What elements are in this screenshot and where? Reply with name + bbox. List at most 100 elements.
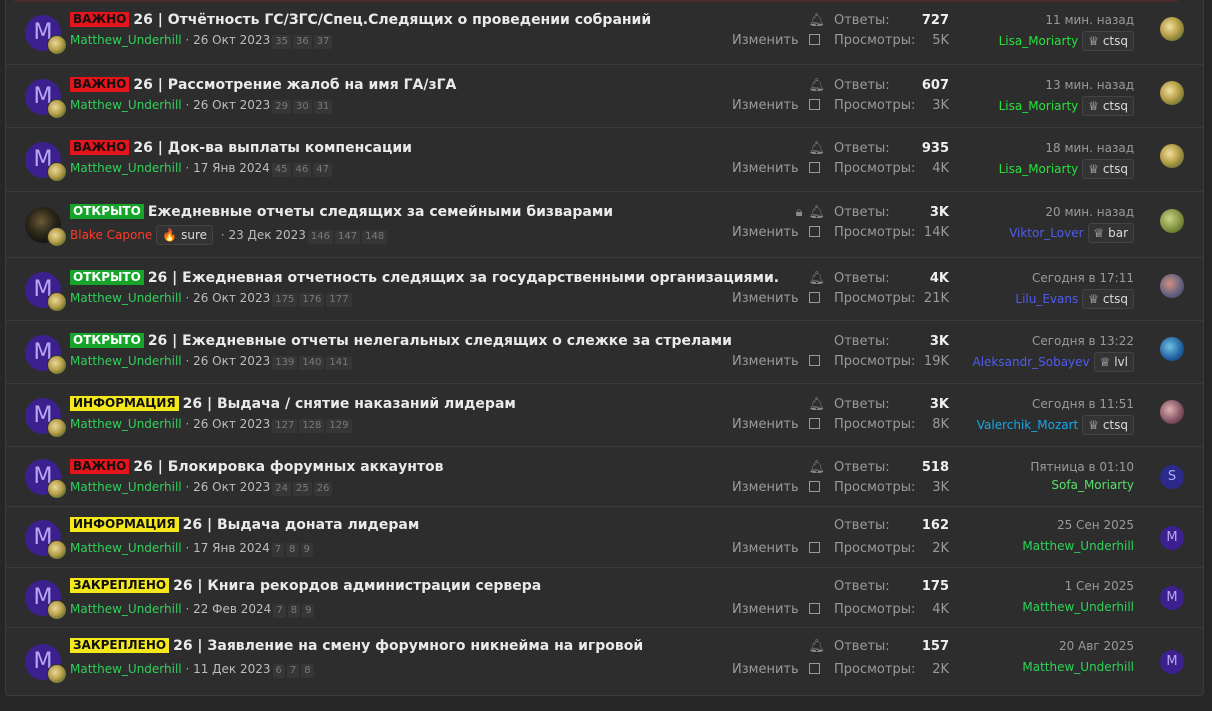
page-link[interactable]: 45 [271, 163, 291, 177]
page-link[interactable]: 147 [335, 230, 361, 244]
thread-row[interactable]: ОТКРЫТО Ежедневные отчеты следящих за сем… [5, 192, 1204, 258]
thread-author[interactable]: Matthew_Underhill [70, 662, 182, 676]
thread-author[interactable]: Matthew_Underhill [70, 354, 182, 368]
thread-prefix[interactable]: ВАЖНО [70, 140, 130, 155]
page-link[interactable]: 141 [326, 356, 352, 370]
last-poster-name[interactable]: Viktor_Lover [1009, 226, 1083, 240]
last-poster-avatar[interactable] [1160, 337, 1184, 361]
thread-prefix[interactable]: ОТКРЫТО [70, 204, 144, 219]
page-link[interactable]: 24 [272, 482, 291, 496]
change-label[interactable]: Изменить [732, 541, 799, 556]
page-link[interactable]: 25 [292, 482, 312, 496]
bell-icon[interactable]: 🔔︎ [808, 13, 825, 28]
page-link[interactable]: 9 [300, 543, 313, 557]
last-poster-avatar[interactable]: S [1160, 465, 1184, 489]
page-link[interactable]: 36 [292, 35, 312, 49]
last-poster-name[interactable]: Lilu_Evans [1015, 292, 1078, 306]
last-post-time[interactable]: 18 мин. назад [1045, 141, 1134, 155]
thread-row[interactable]: M ОТКРЫТО 26 | Ежедневная отчетность след… [5, 258, 1204, 321]
thread-row[interactable]: M ВАЖНО 26 | Рассмотрение жалоб на имя ГА… [5, 65, 1204, 128]
last-post-time[interactable]: Сегодня в 17:11 [1032, 271, 1134, 285]
page-link[interactable]: 7 [286, 664, 300, 678]
last-poster-avatar[interactable] [1160, 400, 1184, 424]
change-control[interactable]: Изменить [732, 602, 820, 617]
page-link[interactable]: 29 [272, 100, 291, 114]
change-label[interactable]: Изменить [732, 417, 799, 432]
thread-prefix[interactable]: ВАЖНО [70, 459, 130, 474]
thread-author[interactable]: Matthew_Underhill [70, 161, 182, 175]
select-checkbox[interactable] [808, 663, 820, 674]
last-poster-name[interactable]: Matthew_Underhill [1022, 600, 1134, 614]
select-checkbox[interactable] [808, 481, 820, 492]
thread-author[interactable]: Matthew_Underhill [70, 98, 182, 112]
last-poster-avatar[interactable]: M [1160, 526, 1184, 550]
last-poster-name[interactable]: Matthew_Underhill [1022, 660, 1134, 674]
change-label[interactable]: Изменить [732, 98, 799, 113]
change-control[interactable]: Изменить [732, 98, 820, 113]
bell-icon[interactable]: 🔔︎ [808, 78, 825, 93]
page-link[interactable]: 146 [307, 230, 334, 244]
thread-title[interactable]: 26 | Блокировка форумных аккаунтов [133, 459, 443, 475]
thread-author[interactable]: Matthew_Underhill [70, 291, 182, 305]
page-link[interactable]: 177 [326, 293, 352, 307]
thread-date[interactable]: 26 Окт 2023 [193, 33, 270, 47]
page-link[interactable]: 31 [313, 100, 333, 114]
bell-icon[interactable]: 🔔︎ [808, 639, 825, 654]
thread-date[interactable]: 26 Окт 2023 [193, 291, 270, 305]
thread-date[interactable]: 23 Дек 2023 [228, 228, 305, 242]
select-checkbox[interactable] [808, 355, 820, 366]
thread-row[interactable]: M ВАЖНО 26 | Отчётность ГС/ЗГС/Спец.Следя… [5, 0, 1204, 65]
select-checkbox[interactable] [808, 162, 820, 173]
page-link[interactable]: 127 [272, 419, 298, 433]
thread-title-line[interactable]: ВАЖНО 26 | Отчётность ГС/ЗГС/Спец.Следящи… [70, 12, 651, 28]
thread-title-line[interactable]: ОТКРЫТО 26 | Ежедневная отчетность следящ… [70, 270, 779, 286]
thread-date[interactable]: 26 Окт 2023 [193, 354, 270, 368]
last-poster-avatar[interactable] [1160, 274, 1184, 298]
change-control[interactable]: Изменить [732, 161, 820, 176]
thread-title-line[interactable]: ВАЖНО 26 | Рассмотрение жалоб на имя ГА/з… [70, 77, 456, 93]
page-link[interactable]: 6 [272, 664, 285, 678]
last-poster-name[interactable]: Sofa_Moriarty [1051, 478, 1134, 492]
change-control[interactable]: Изменить [732, 541, 820, 556]
thread-prefix[interactable]: ВАЖНО [70, 12, 130, 27]
page-link[interactable]: 30 [292, 100, 312, 114]
last-poster-avatar[interactable]: M [1160, 650, 1184, 674]
last-poster-avatar[interactable] [1160, 209, 1184, 233]
thread-row[interactable]: M ИНФОРМАЦИЯ 26 | Выдача доната лидерам M… [5, 507, 1204, 568]
change-label[interactable]: Изменить [732, 602, 799, 617]
thread-title-line[interactable]: ИНФОРМАЦИЯ 26 | Выдача / снятие наказаний… [70, 396, 516, 412]
thread-date[interactable]: 26 Окт 2023 [193, 417, 270, 431]
thread-author[interactable]: Matthew_Underhill [70, 33, 182, 47]
thread-title[interactable]: 26 | Отчётность ГС/ЗГС/Спец.Следящих о п… [133, 12, 651, 28]
change-label[interactable]: Изменить [732, 354, 799, 369]
change-label[interactable]: Изменить [732, 662, 799, 677]
page-link[interactable]: 129 [326, 419, 352, 433]
thread-date[interactable]: 22 Фев 2024 [193, 602, 271, 616]
last-poster-name[interactable]: Lisa_Moriarty [999, 162, 1079, 176]
thread-prefix[interactable]: ЗАКРЕПЛЕНО [70, 578, 170, 593]
page-link[interactable]: 37 [313, 35, 333, 49]
thread-title-line[interactable]: ЗАКРЕПЛЕНО 26 | Книга рекордов администра… [70, 578, 541, 594]
page-link[interactable]: 175 [272, 293, 298, 307]
select-checkbox[interactable] [808, 34, 820, 45]
change-label[interactable]: Изменить [732, 161, 799, 176]
change-control[interactable]: Изменить [732, 417, 820, 432]
last-poster-avatar[interactable] [1160, 81, 1184, 105]
thread-author[interactable]: Matthew_Underhill [70, 541, 182, 555]
change-label[interactable]: Изменить [732, 225, 799, 240]
last-poster-name[interactable]: Lisa_Moriarty [999, 34, 1079, 48]
change-control[interactable]: Изменить [732, 291, 820, 306]
last-post-time[interactable]: 11 мин. назад [1045, 13, 1134, 27]
change-control[interactable]: Изменить [732, 662, 820, 677]
thread-title[interactable]: 26 | Заявление на смену форумного никней… [173, 638, 643, 654]
thread-title[interactable]: Ежедневные отчеты следящих за семейными … [148, 204, 613, 220]
page-link[interactable]: 8 [287, 604, 301, 618]
select-checkbox[interactable] [808, 99, 820, 110]
page-link[interactable]: 140 [299, 356, 325, 370]
thread-author[interactable]: Matthew_Underhill [70, 480, 182, 494]
thread-date[interactable]: 26 Окт 2023 [193, 98, 270, 112]
page-link[interactable]: 35 [272, 35, 291, 49]
thread-title-line[interactable]: ЗАКРЕПЛЕНО 26 | Заявление на смену форумн… [70, 638, 643, 654]
thread-author[interactable]: Matthew_Underhill [70, 602, 182, 616]
page-link[interactable]: 26 [313, 482, 333, 496]
